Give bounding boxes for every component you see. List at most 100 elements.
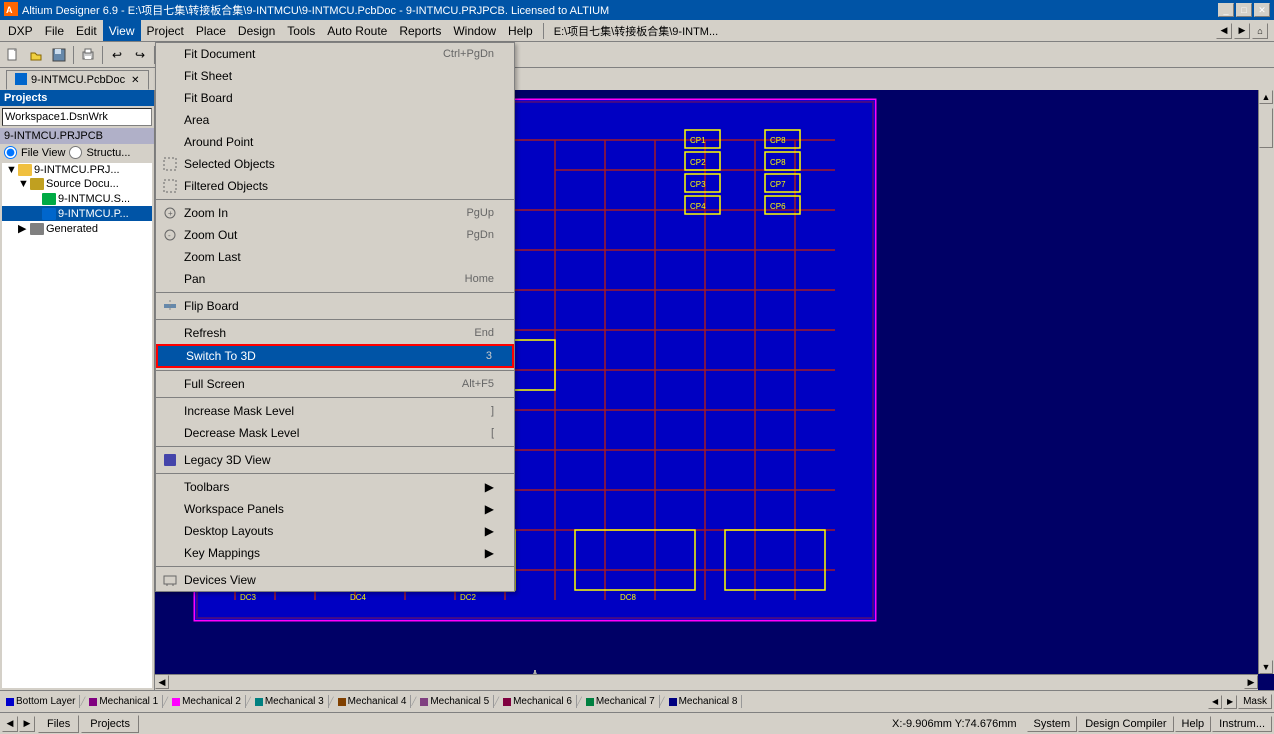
menu-filtered-objects[interactable]: Filtered Objects xyxy=(156,175,514,197)
menu-window[interactable]: Window xyxy=(447,20,502,41)
nav-home[interactable]: ⌂ xyxy=(1252,23,1268,39)
scroll-thumb-v[interactable] xyxy=(1259,108,1273,148)
tree-item-sch[interactable]: ▶ 9-INTMCU.S... xyxy=(2,191,152,206)
view-menu: Fit Document Ctrl+PgDn Fit Sheet Fit Boa… xyxy=(155,42,515,592)
nav-back[interactable]: ◀ xyxy=(1216,23,1232,39)
scrollbar-horizontal[interactable]: ◀ ▶ xyxy=(155,674,1258,690)
panel-header: Projects xyxy=(0,90,154,106)
layer-mech2[interactable]: Mechanical 2 xyxy=(168,695,246,708)
menu-area[interactable]: Area xyxy=(156,109,514,131)
layer-mech4[interactable]: Mechanical 4 xyxy=(334,695,412,708)
scrollbar-vertical[interactable]: ▲ ▼ xyxy=(1258,90,1274,674)
menu-flip-board[interactable]: Flip Board xyxy=(156,295,514,317)
scroll-right[interactable]: ▶ xyxy=(1244,675,1258,689)
layer-mech8[interactable]: Mechanical 8 xyxy=(665,695,743,708)
menu-autoroute[interactable]: Auto Route xyxy=(321,20,393,41)
tb-new[interactable] xyxy=(2,44,24,66)
menu-toolbars[interactable]: Toolbars ▶ xyxy=(156,476,514,498)
tb-undo[interactable]: ↩ xyxy=(106,44,128,66)
layer-bottom[interactable]: Bottom Layer xyxy=(2,695,80,708)
struct-view-label: Structu... xyxy=(86,147,130,159)
menu-zoom-out[interactable]: - Zoom Out PgDn xyxy=(156,224,514,246)
menu-around-point[interactable]: Around Point xyxy=(156,131,514,153)
nav-forward[interactable]: ▶ xyxy=(1234,23,1250,39)
btn-instrm[interactable]: Instrum... xyxy=(1212,716,1272,732)
btn-help[interactable]: Help xyxy=(1175,716,1212,732)
maximize-button[interactable]: □ xyxy=(1236,3,1252,17)
layer-mech1[interactable]: Mechanical 1 xyxy=(85,695,163,708)
tb-save[interactable] xyxy=(48,44,70,66)
menu-design[interactable]: Design xyxy=(232,20,281,41)
menu-fit-sheet[interactable]: Fit Sheet xyxy=(156,65,514,87)
menu-devices-view[interactable]: Devices View xyxy=(156,569,514,591)
menu-zoom-last[interactable]: Zoom Last xyxy=(156,246,514,268)
menu-file[interactable]: File xyxy=(39,20,70,41)
menu-project[interactable]: Project xyxy=(141,20,190,41)
scroll-up[interactable]: ▲ xyxy=(1259,90,1273,104)
menu-switch-to-3d[interactable]: Switch To 3D 3 xyxy=(156,344,514,368)
btn-system[interactable]: System xyxy=(1027,716,1078,732)
close-button[interactable]: ✕ xyxy=(1254,3,1270,17)
devices-view-icon xyxy=(162,572,178,588)
menu-view[interactable]: View xyxy=(103,20,141,41)
tb-print[interactable] xyxy=(77,44,99,66)
svg-text:CP3: CP3 xyxy=(690,180,706,189)
tab-files[interactable]: Files xyxy=(38,715,79,733)
layer-mech6[interactable]: Mechanical 6 xyxy=(499,695,577,708)
zoom-last-label: Zoom Last xyxy=(184,250,241,264)
menu-zoom-in[interactable]: + Zoom In PgUp xyxy=(156,202,514,224)
menu-full-screen[interactable]: Full Screen Alt+F5 xyxy=(156,373,514,395)
workspace-input[interactable] xyxy=(2,108,152,126)
menu-fit-document[interactable]: Fit Document Ctrl+PgDn xyxy=(156,43,514,65)
switch-to-3d-shortcut: 3 xyxy=(466,350,492,362)
mask-button[interactable]: Mask xyxy=(1238,694,1272,709)
menu-increase-mask[interactable]: Increase Mask Level ] xyxy=(156,400,514,422)
menu-reports[interactable]: Reports xyxy=(393,20,447,41)
menu-fit-board[interactable]: Fit Board xyxy=(156,87,514,109)
app-icon: A xyxy=(4,2,18,19)
menu-edit[interactable]: Edit xyxy=(70,20,103,41)
menu-pan[interactable]: Pan Home xyxy=(156,268,514,290)
menu-key-mappings[interactable]: Key Mappings ▶ xyxy=(156,542,514,564)
pcb-tab[interactable]: 9-INTMCU.PcbDoc ✕ xyxy=(6,70,149,90)
minimize-button[interactable]: _ xyxy=(1218,3,1234,17)
menu-desktop-layouts[interactable]: Desktop Layouts ▶ xyxy=(156,520,514,542)
tb-open[interactable] xyxy=(25,44,47,66)
left-panel: Projects 9-INTMCU.PRJPCB File View Struc… xyxy=(0,90,155,690)
nav-prev-btn[interactable]: ◀ xyxy=(2,716,18,732)
menu-workspace-panels[interactable]: Workspace Panels ▶ xyxy=(156,498,514,520)
menu-dxp[interactable]: DXP xyxy=(2,20,39,41)
menu-decrease-mask[interactable]: Decrease Mask Level [ xyxy=(156,422,514,444)
pcb-tab-icon xyxy=(15,73,27,88)
tree-item-pcb[interactable]: ▶ 9-INTMCU.P... xyxy=(2,206,152,221)
layer-mech7[interactable]: Mechanical 7 xyxy=(582,695,660,708)
svg-text:CP8: CP8 xyxy=(770,136,786,145)
layer-mech3[interactable]: Mechanical 3 xyxy=(251,695,329,708)
scroll-down[interactable]: ▼ xyxy=(1259,660,1273,674)
tree-item-project[interactable]: ▼ 9-INTMCU.PRJ... xyxy=(2,163,152,177)
file-view-radio[interactable] xyxy=(4,146,17,159)
menu-selected-objects[interactable]: Selected Objects xyxy=(156,153,514,175)
tb-redo[interactable]: ↪ xyxy=(129,44,151,66)
struct-view-radio[interactable] xyxy=(69,146,82,159)
svg-text:DC2: DC2 xyxy=(460,593,477,602)
layer-scroll-left[interactable]: ◀ xyxy=(1208,695,1222,709)
menu-help[interactable]: Help xyxy=(502,20,539,41)
layer-mech5[interactable]: Mechanical 5 xyxy=(416,695,494,708)
zoom-in-icon: + xyxy=(162,205,178,221)
key-mappings-label: Key Mappings xyxy=(184,546,260,560)
menu-legacy-3d[interactable]: Legacy 3D View xyxy=(156,449,514,471)
tab-projects[interactable]: Projects xyxy=(81,715,139,733)
tree-item-generated[interactable]: ▶ Generated xyxy=(2,221,152,236)
tab-close-icon[interactable]: ✕ xyxy=(131,75,139,86)
menu-tools[interactable]: Tools xyxy=(281,20,321,41)
layer-scroll-right[interactable]: ▶ xyxy=(1223,695,1237,709)
tree-item-source[interactable]: ▼ Source Docu... xyxy=(2,177,152,191)
coords-display: X:-9.906mm Y:74.676mm xyxy=(884,718,1025,730)
filtered-objects-label: Filtered Objects xyxy=(184,179,268,193)
menu-place[interactable]: Place xyxy=(190,20,232,41)
scroll-left[interactable]: ◀ xyxy=(155,675,169,689)
nav-next-btn[interactable]: ▶ xyxy=(19,716,35,732)
menu-refresh[interactable]: Refresh End xyxy=(156,322,514,344)
btn-design-compiler[interactable]: Design Compiler xyxy=(1078,716,1173,732)
